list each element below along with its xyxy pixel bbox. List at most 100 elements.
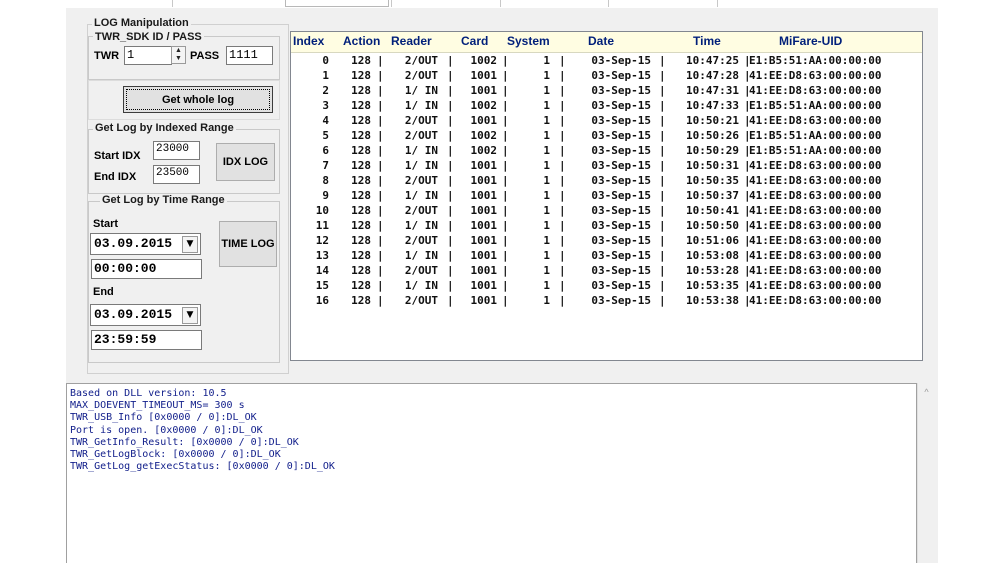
column-separator: | bbox=[377, 294, 384, 307]
cell-time: 10:50:37 bbox=[686, 189, 739, 202]
column-separator: | bbox=[502, 204, 509, 217]
column-separator: | bbox=[447, 159, 454, 172]
cell-time: 10:50:29 bbox=[686, 144, 739, 157]
twr-spin-buttons[interactable]: ▲ ▼ bbox=[171, 46, 186, 64]
dropdown-arrow-icon[interactable]: ▼ bbox=[182, 236, 198, 253]
start-date-value: 03.09.2015 bbox=[94, 236, 173, 251]
cell-reader: 1/ IN bbox=[404, 159, 438, 172]
table-row[interactable]: 12 128 2/OUT 1001 1 03-Sep-15 10:51:06 41:EE:D8… bbox=[291, 234, 922, 249]
cell-action: 128 bbox=[351, 234, 371, 247]
cell-time: 10:47:25 bbox=[686, 54, 739, 67]
tab-4[interactable] bbox=[500, 0, 501, 7]
table-row[interactable]: 3 128 1/ IN 1002 1 03-Sep-15 10:47:33 E1:B5:51:… bbox=[291, 99, 922, 114]
column-separator: | bbox=[447, 99, 454, 112]
table-row[interactable]: 1 128 2/OUT 1001 1 03-Sep-15 10:47:28 41:EE:D8:… bbox=[291, 69, 922, 84]
table-row[interactable]: 14 128 2/OUT 1001 1 03-Sep-15 10:53:28 41:EE:D8… bbox=[291, 264, 922, 279]
table-row[interactable]: 16 128 2/OUT 1001 1 03-Sep-15 10:53:38 41:EE:D8… bbox=[291, 294, 922, 309]
console-line: MAX_DOEVENT_TIMEOUT_MS= 300 s bbox=[70, 400, 245, 412]
cell-index: 16 bbox=[315, 294, 329, 307]
table-row[interactable]: 7 128 1/ IN 1001 1 03-Sep-15 10:50:31 41:EE:D8:… bbox=[291, 159, 922, 174]
pass-input[interactable]: 1111 bbox=[226, 46, 273, 65]
cell-action: 128 bbox=[351, 189, 371, 202]
dropdown-arrow-icon[interactable]: ▼ bbox=[182, 307, 198, 324]
table-row[interactable]: 8 128 2/OUT 1001 1 03-Sep-15 10:50:35 41:EE:D8:… bbox=[291, 174, 922, 189]
tab-3[interactable] bbox=[391, 0, 392, 7]
column-separator: | bbox=[559, 144, 566, 157]
cell-system: 1 bbox=[543, 234, 550, 247]
table-row[interactable]: 0 128 2/OUT 1002 1 03-Sep-15 10:47:25 E1:B5:51:… bbox=[291, 54, 922, 69]
console-line: TWR_GetInfo_Result: [0x0000 / 0]:DL_OK bbox=[70, 436, 299, 448]
table-row[interactable]: 5 128 2/OUT 1002 1 03-Sep-15 10:50:26 E1:B5:51:… bbox=[291, 129, 922, 144]
twr-label: TWR bbox=[94, 50, 120, 62]
table-row[interactable]: 11 128 1/ IN 1001 1 03-Sep-15 10:50:50 41:EE:D8… bbox=[291, 219, 922, 234]
table-row[interactable]: 13 128 1/ IN 1001 1 03-Sep-15 10:53:08 41:EE:D8… bbox=[291, 249, 922, 264]
cell-action: 128 bbox=[351, 204, 371, 217]
cell-index: 3 bbox=[322, 99, 329, 112]
column-separator: | bbox=[502, 84, 509, 97]
cell-date: 03-Sep-15 bbox=[591, 219, 651, 232]
cell-date: 03-Sep-15 bbox=[591, 279, 651, 292]
column-separator: | bbox=[744, 279, 751, 292]
start-date-picker[interactable]: 03.09.2015 ▼ bbox=[90, 233, 201, 255]
start-idx-input[interactable]: 23000 bbox=[153, 141, 200, 160]
column-separator: | bbox=[447, 189, 454, 202]
cell-system: 1 bbox=[543, 144, 550, 157]
cell-time: 10:50:21 bbox=[686, 114, 739, 127]
column-separator: | bbox=[502, 159, 509, 172]
spin-up-icon[interactable]: ▲ bbox=[172, 47, 185, 55]
column-separator: | bbox=[744, 84, 751, 97]
cell-action: 128 bbox=[351, 159, 371, 172]
header-system: System bbox=[507, 34, 550, 48]
column-separator: | bbox=[659, 69, 666, 82]
scroll-up-icon[interactable]: ^ bbox=[918, 387, 935, 397]
table-row[interactable]: 10 128 2/OUT 1001 1 03-Sep-15 10:50:41 41:EE:D8… bbox=[291, 204, 922, 219]
cell-reader: 2/OUT bbox=[404, 174, 438, 187]
end-idx-input[interactable]: 23500 bbox=[153, 165, 200, 184]
header-card: Card bbox=[461, 34, 489, 48]
end-date-picker[interactable]: 03.09.2015 ▼ bbox=[90, 304, 201, 326]
column-separator: | bbox=[659, 204, 666, 217]
tab-1[interactable] bbox=[172, 0, 173, 7]
column-separator: | bbox=[502, 69, 509, 82]
table-row[interactable]: 15 128 1/ IN 1001 1 03-Sep-15 10:53:35 41:EE:D8… bbox=[291, 279, 922, 294]
log-table[interactable]: Index Action Reader Card System Date Tim… bbox=[290, 31, 923, 361]
column-separator: | bbox=[502, 264, 509, 277]
end-time-input[interactable]: 23:59:59 bbox=[91, 330, 202, 350]
cell-card: 1001 bbox=[470, 174, 498, 187]
time-range-title: Get Log by Time Range bbox=[100, 194, 227, 206]
get-whole-log-button[interactable]: Get whole log bbox=[123, 86, 273, 113]
column-separator: | bbox=[559, 279, 566, 292]
cell-card: 1002 bbox=[470, 129, 498, 142]
spin-down-icon[interactable]: ▼ bbox=[172, 55, 185, 63]
cell-reader: 2/OUT bbox=[404, 114, 438, 127]
cell-card: 1001 bbox=[470, 159, 498, 172]
table-row[interactable]: 2 128 1/ IN 1001 1 03-Sep-15 10:47:31 41:EE:D8:… bbox=[291, 84, 922, 99]
cell-date: 03-Sep-15 bbox=[591, 249, 651, 262]
tab-6[interactable] bbox=[717, 0, 718, 7]
tab-2-active[interactable] bbox=[285, 0, 389, 7]
cell-reader: 2/OUT bbox=[404, 129, 438, 142]
column-separator: | bbox=[559, 294, 566, 307]
cell-card: 1002 bbox=[470, 144, 498, 157]
column-separator: | bbox=[377, 114, 384, 127]
table-row[interactable]: 9 128 1/ IN 1001 1 03-Sep-15 10:50:37 41:EE:D8:… bbox=[291, 189, 922, 204]
cell-index: 11 bbox=[315, 219, 329, 232]
console-scrollbar[interactable]: ^ bbox=[917, 383, 935, 563]
end-date-value: 03.09.2015 bbox=[94, 307, 173, 322]
table-row[interactable]: 6 128 1/ IN 1002 1 03-Sep-15 10:50:29 E1:B5:51:… bbox=[291, 144, 922, 159]
cell-reader: 1/ IN bbox=[404, 279, 438, 292]
cell-card: 1001 bbox=[470, 114, 498, 127]
cell-action: 128 bbox=[351, 249, 371, 262]
idx-log-button[interactable]: IDX LOG bbox=[216, 143, 275, 181]
cell-date: 03-Sep-15 bbox=[591, 69, 651, 82]
table-row[interactable]: 4 128 2/OUT 1001 1 03-Sep-15 10:50:21 41:EE:D8:… bbox=[291, 114, 922, 129]
time-log-button[interactable]: TIME LOG bbox=[219, 221, 277, 267]
twr-id-input[interactable]: 1 bbox=[124, 46, 172, 65]
console-output[interactable]: Based on DLL version: 10.5 MAX_DOEVENT_TI… bbox=[66, 383, 917, 563]
tab-5[interactable] bbox=[608, 0, 609, 7]
cell-time: 10:50:26 bbox=[686, 129, 739, 142]
column-separator: | bbox=[502, 99, 509, 112]
start-time-input[interactable]: 00:00:00 bbox=[91, 259, 202, 279]
console-line: TWR_USB_Info [0x0000 / 0]:DL_OK bbox=[70, 412, 257, 424]
cell-time: 10:47:31 bbox=[686, 84, 739, 97]
